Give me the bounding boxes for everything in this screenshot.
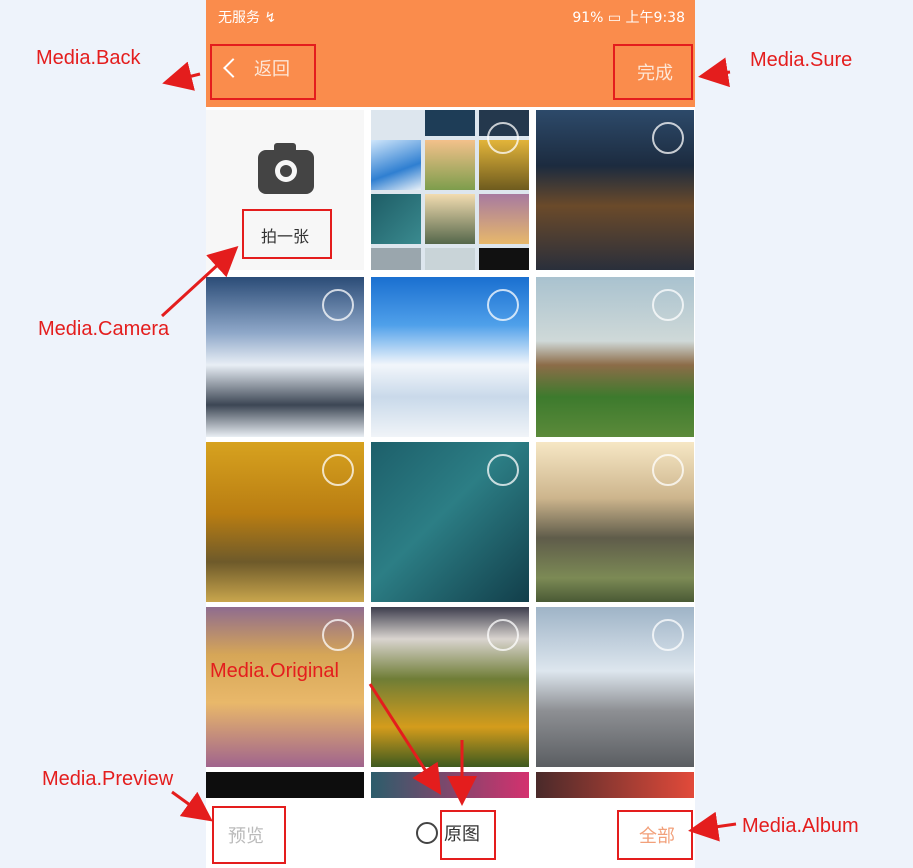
arrow-back	[162, 61, 201, 91]
annotation-arrows	[160, 57, 737, 842]
arrow-camera	[160, 245, 239, 318]
arrow-preview	[171, 790, 213, 822]
arrow-original	[368, 683, 442, 796]
arrow-album	[688, 811, 737, 842]
arrow-sure	[698, 57, 731, 88]
